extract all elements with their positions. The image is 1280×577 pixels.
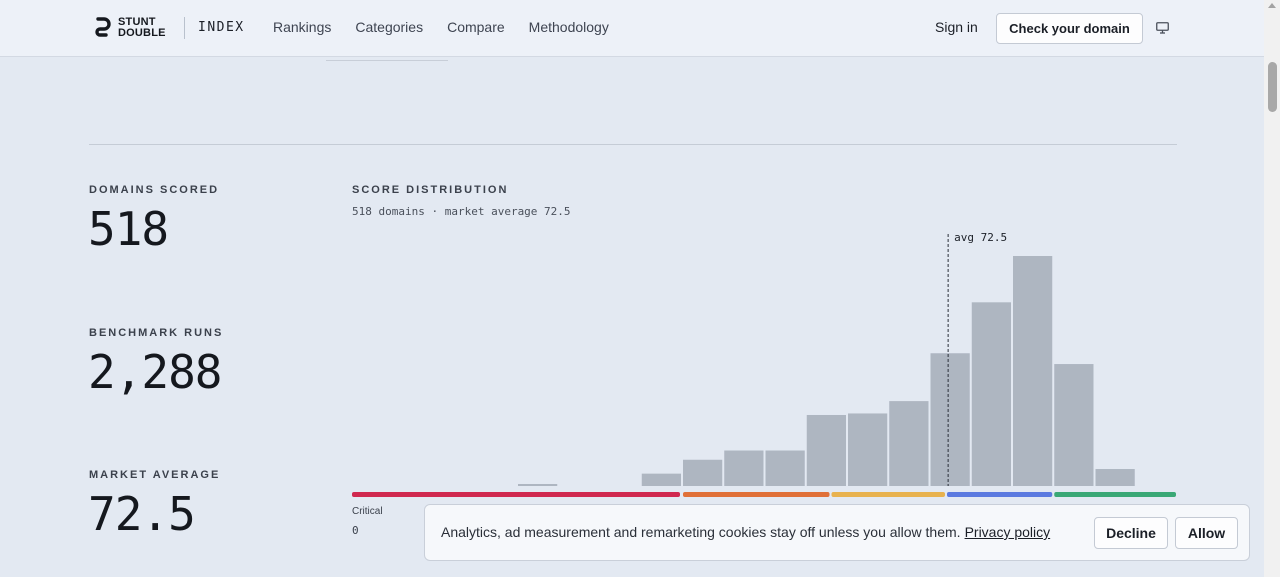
privacy-policy-link[interactable]: Privacy policy [965,524,1051,540]
logo-icon [95,17,111,37]
scroll-up-arrow-icon[interactable] [1268,3,1276,8]
histogram-bar [1095,469,1135,486]
monitor-icon[interactable] [1156,22,1169,34]
score-band [831,492,945,497]
domains-scored-label: DOMAINS SCORED [89,184,220,196]
site-header: STUNT DOUBLE INDEX Rankings Categories C… [0,0,1264,57]
benchmark-runs-label: BENCHMARK RUNS [89,327,224,339]
cookie-banner: Analytics, ad measurement and remarketin… [424,504,1250,561]
score-distribution-subtitle: 518 domains · market average 72.5 [352,205,571,218]
histogram-bar [518,484,558,486]
histogram-bar [1013,256,1053,486]
market-average-value: 72.5 [88,487,196,541]
histogram-bar [848,413,888,486]
x-axis-min-label: 0 [352,524,359,537]
cookie-message: Analytics, ad measurement and remarketin… [441,524,1050,540]
histogram-bar [806,414,846,486]
domains-scored-value: 518 [88,202,169,256]
histogram-bar [889,401,929,486]
benchmark-runs-value: 2,288 [88,345,222,399]
histogram-bar [683,459,723,486]
histogram-bar [971,302,1011,486]
check-domain-button[interactable]: Check your domain [996,13,1143,44]
scrollbar-thumb[interactable] [1268,62,1277,112]
nav-categories[interactable]: Categories [355,19,423,35]
brand-logo[interactable]: STUNT DOUBLE [92,17,166,39]
nav-rankings[interactable]: Rankings [273,19,331,35]
brand-divider [184,17,185,39]
band-label-critical: Critical [352,506,383,517]
score-band [683,492,830,497]
market-average-label: MARKET AVERAGE [89,469,221,481]
brand-name: STUNT DOUBLE [118,17,166,39]
section-divider [89,144,1177,145]
nav-compare[interactable]: Compare [447,19,505,35]
score-band [1054,492,1176,497]
score-band [947,492,1053,497]
brand-line-2: DOUBLE [118,27,166,39]
decline-cookies-button[interactable]: Decline [1094,517,1168,549]
section-underline [326,60,448,61]
histogram-bar [1054,364,1094,486]
nav-methodology[interactable]: Methodology [529,19,609,35]
allow-cookies-button[interactable]: Allow [1175,517,1238,549]
histogram-bar [641,473,681,486]
average-marker-label: avg 72.5 [954,231,1007,244]
sign-in-link[interactable]: Sign in [935,19,978,35]
cookie-text: Analytics, ad measurement and remarketin… [441,524,961,540]
histogram-bar [930,353,970,486]
index-label[interactable]: INDEX [198,20,245,35]
main-nav: Rankings Categories Compare Methodology [273,19,609,35]
score-distribution-chart: avg 72.5 [352,231,1176,497]
histogram-bar [724,450,764,486]
score-distribution-title: SCORE DISTRIBUTION [352,184,509,196]
score-band [352,492,680,497]
histogram-bar [765,450,805,486]
